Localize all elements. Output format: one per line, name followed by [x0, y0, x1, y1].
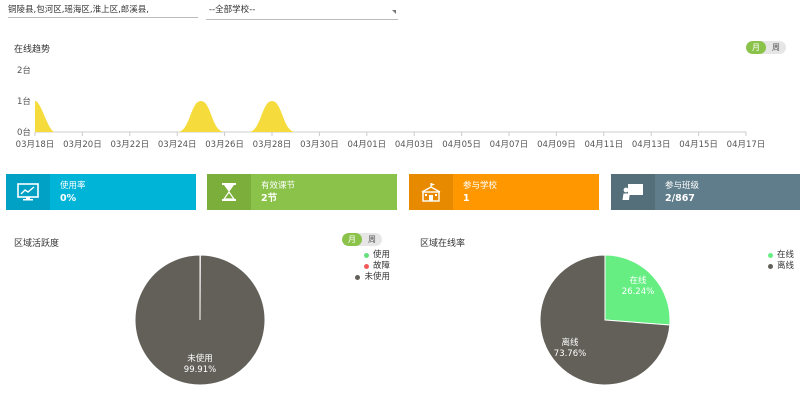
- area-select[interactable]: 铜陵县,包河区,瑶海区,淮上区,郎溪县,: [8, 4, 198, 18]
- card-participating-schools-icon-box: [409, 174, 453, 210]
- trend-title: 在线趋势: [14, 45, 51, 55]
- card-usage-rate-value: 0%: [60, 192, 77, 204]
- legend-dot-icon: [363, 253, 369, 258]
- dropdown-arrow-icon: [392, 10, 396, 14]
- card-valid-lessons-icon-box: [207, 174, 251, 210]
- online-rate-legend: 在线 离线: [730, 250, 794, 272]
- online-rate-legend-label: 在线: [776, 250, 794, 260]
- x-tick-label: 04月13日: [632, 140, 671, 150]
- pie-data-label-name: 未使用: [187, 353, 213, 364]
- x-tick-label: 03月24日: [158, 140, 197, 150]
- card-participating-classes[interactable]: 参与班级 2/867: [611, 174, 800, 210]
- activity-legend-label: 使用: [372, 250, 390, 260]
- pie-data-label-name: 离线: [561, 337, 579, 348]
- y-tick-label: 0台: [17, 127, 31, 138]
- x-tick-label: 04月01日: [347, 140, 386, 150]
- online-rate-legend-item-online[interactable]: 在线: [730, 250, 794, 261]
- y-tick-label: 2台: [17, 65, 31, 76]
- card-usage-rate[interactable]: 使用率 0%: [6, 174, 196, 210]
- trend-area-peak: [177, 101, 225, 132]
- online-rate-legend-label: 离线: [776, 261, 794, 271]
- x-tick-label: 03月20日: [63, 140, 102, 150]
- card-usage-rate-icon-box: [6, 174, 50, 210]
- x-tick-label: 03月30日: [300, 140, 339, 150]
- monitor-chart-icon: [17, 183, 39, 201]
- card-valid-lessons-value: 2节: [261, 192, 278, 204]
- trend-toggle-month[interactable]: 月: [746, 41, 766, 54]
- hourglass-icon: [222, 183, 236, 201]
- school-building-icon: [421, 183, 441, 202]
- activity-legend-item-used[interactable]: 使用: [330, 250, 390, 261]
- online-rate-pie-chart: 在线26.24% 离线73.76%: [539, 254, 671, 386]
- card-valid-lessons-label: 有效课节: [261, 180, 296, 191]
- legend-dot-icon: [767, 264, 773, 269]
- pie-data-label-pct: 73.76%: [554, 349, 586, 359]
- pie-data-label-pct: 99.91%: [184, 365, 216, 375]
- trend-area-peak: [35, 101, 54, 132]
- activity-toggle-month[interactable]: 月: [342, 233, 362, 246]
- card-valid-lessons[interactable]: 有效课节 2节: [207, 174, 397, 210]
- x-tick-label: 04月09日: [537, 140, 576, 150]
- x-tick-label: 03月22日: [110, 140, 149, 150]
- activity-period-toggle[interactable]: 月 周: [342, 233, 382, 246]
- x-tick-label: 03月18日: [16, 140, 55, 150]
- y-tick-label: 1台: [17, 96, 31, 107]
- x-tick-label: 04月15日: [679, 140, 718, 150]
- legend-dot-icon: [355, 275, 361, 280]
- card-participating-classes-value: 2/867: [665, 192, 695, 204]
- x-tick-label: 04月17日: [727, 140, 766, 150]
- pie-data-label-pct: 26.24%: [622, 287, 654, 297]
- trend-period-toggle[interactable]: 月 周: [746, 41, 786, 54]
- card-participating-schools-label: 参与学校: [463, 180, 498, 191]
- x-tick-label: 04月03日: [395, 140, 434, 150]
- online-rate-title: 区域在线率: [420, 239, 466, 249]
- trend-chart: 0台 1台 2台 03月18日 03月20日 03月22日 03月24日 03月26日 03月2…: [16, 65, 766, 150]
- card-participating-schools[interactable]: 参与学校 1: [409, 174, 599, 210]
- card-participating-classes-label: 参与班级: [665, 180, 700, 191]
- activity-pie-chart: 未使用99.91%: [134, 254, 266, 386]
- activity-legend-label: 故障: [372, 261, 390, 271]
- activity-legend: 使用 故障 未使用: [330, 250, 390, 283]
- legend-dot-icon: [363, 264, 369, 269]
- trend-area-peak: [248, 101, 296, 132]
- school-select-value: --全部学校--: [209, 5, 256, 15]
- activity-legend-item-unused[interactable]: 未使用: [330, 272, 390, 283]
- card-participating-classes-icon-box: [611, 174, 655, 210]
- pie-data-label-name: 在线: [629, 275, 647, 286]
- activity-legend-label: 未使用: [364, 272, 390, 282]
- x-tick-label: 03月26日: [205, 140, 244, 150]
- x-tick-label: 04月11日: [584, 140, 623, 150]
- classroom-board-icon: [622, 184, 643, 200]
- legend-dot-icon: [767, 253, 773, 258]
- online-rate-legend-item-offline[interactable]: 离线: [730, 261, 794, 272]
- trend-toggle-week[interactable]: 周: [766, 41, 786, 54]
- activity-legend-item-fault[interactable]: 故障: [330, 261, 390, 272]
- activity-title: 区域活跃度: [14, 239, 60, 249]
- card-usage-rate-label: 使用率: [60, 180, 86, 191]
- x-tick-label: 04月05日: [442, 140, 481, 150]
- x-tick-label: 04月07日: [490, 140, 529, 150]
- activity-toggle-week[interactable]: 周: [362, 233, 382, 246]
- card-participating-schools-value: 1: [463, 192, 470, 204]
- x-tick-label: 03月28日: [253, 140, 292, 150]
- school-select[interactable]: --全部学校--: [206, 4, 398, 20]
